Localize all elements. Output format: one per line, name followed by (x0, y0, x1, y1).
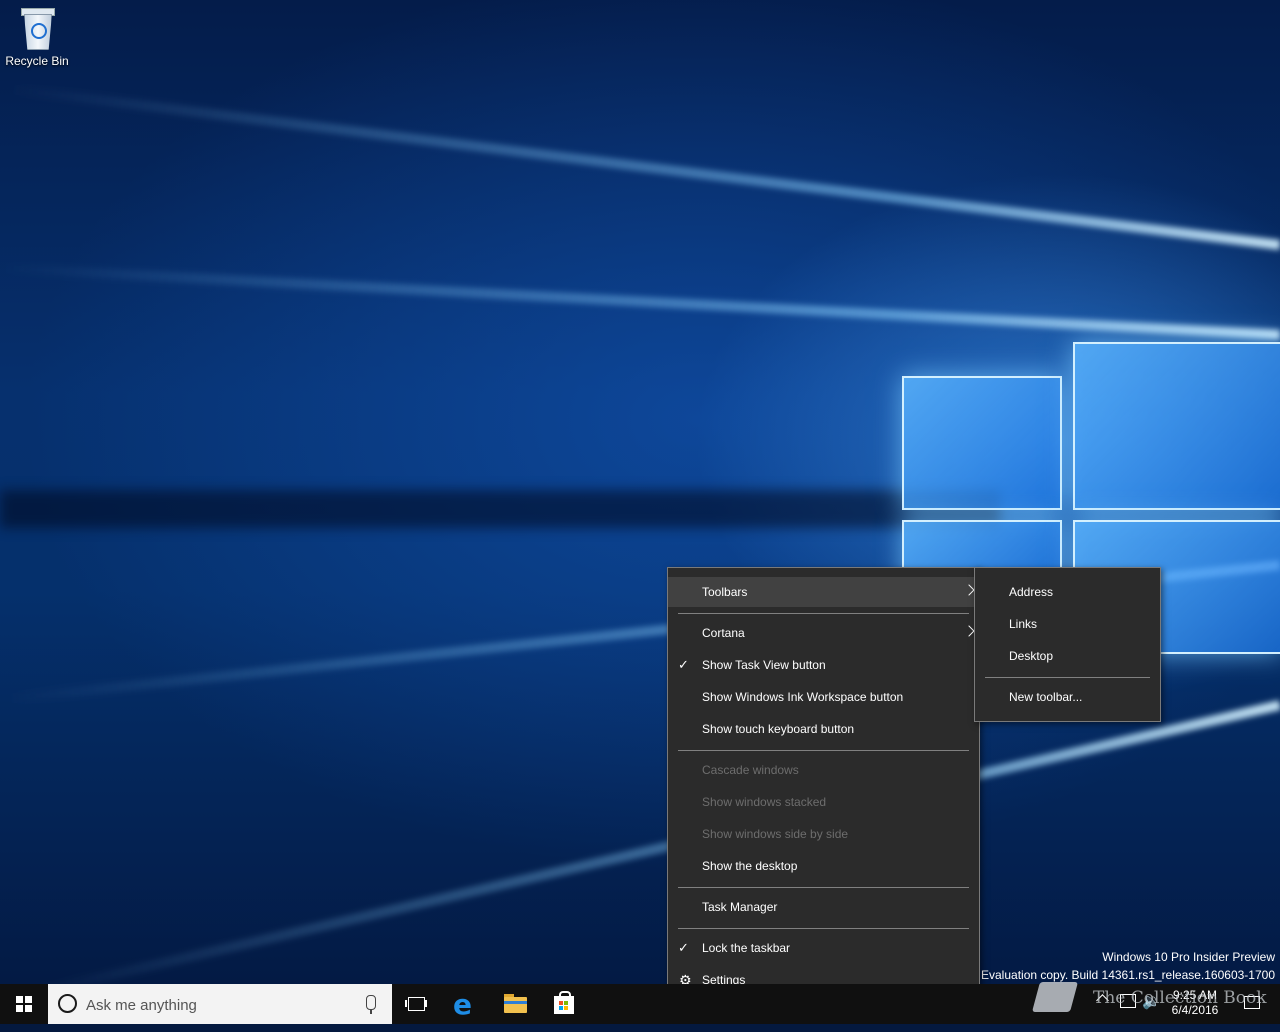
store-icon (554, 996, 574, 1014)
menu-item-toolbars[interactable]: Toolbars (668, 577, 979, 607)
menu-item-label: Cascade windows (702, 763, 799, 777)
menu-separator (678, 887, 969, 888)
menu-item-show-ink-workspace[interactable]: Show Windows Ink Workspace button (668, 682, 979, 712)
menu-item-label: Show touch keyboard button (702, 722, 855, 736)
menu-item-label: New toolbar... (1009, 690, 1083, 704)
menu-item-lock-taskbar[interactable]: ✓ Lock the taskbar (668, 933, 979, 963)
menu-item-label: Cortana (702, 626, 745, 640)
menu-item-show-desktop[interactable]: Show the desktop (668, 851, 979, 881)
menu-item-show-task-view[interactable]: ✓ Show Task View button (668, 650, 979, 680)
wallpaper-light-beam (31, 700, 1280, 984)
menu-item-label: Task Manager (702, 900, 778, 914)
menu-item-windows-stacked: Show windows stacked (668, 787, 979, 817)
menu-item-label: Desktop (1009, 649, 1054, 663)
menu-item-label: Show windows stacked (702, 795, 827, 809)
wallpaper-window-pane (902, 376, 1062, 510)
microphone-icon[interactable] (366, 995, 376, 1010)
book-logo-icon (1030, 976, 1082, 1020)
checkmark-icon: ✓ (678, 940, 689, 955)
menu-separator (678, 613, 969, 614)
windows-logo-icon (16, 996, 32, 1012)
recycle-bin-label: Recycle Bin (5, 54, 69, 68)
menu-item-show-touch-keyboard[interactable]: Show touch keyboard button (668, 714, 979, 744)
file-explorer-icon (504, 997, 527, 1013)
chevron-right-icon (963, 584, 975, 596)
wallpaper-window-pane (1073, 342, 1280, 510)
edge-button[interactable]: e (443, 984, 491, 1024)
build-watermark-line1: Windows 10 Pro Insider Preview (1102, 950, 1275, 964)
submenu-item-links[interactable]: Links (975, 609, 1160, 639)
wallpaper-light-beam (8, 84, 1280, 250)
wallpaper-light-beam (1, 263, 1280, 340)
cortana-search-box[interactable] (48, 984, 392, 1024)
checkmark-icon: ✓ (678, 657, 689, 672)
file-explorer-button[interactable] (492, 984, 540, 1024)
taskbar[interactable]: e 🔉 9:25 AM 6/4/2016 (0, 984, 1280, 1024)
cortana-icon (58, 994, 77, 1013)
menu-separator (678, 750, 969, 751)
edge-icon: e (453, 988, 472, 1021)
menu-item-cortana[interactable]: Cortana (668, 618, 979, 648)
menu-item-cascade-windows: Cascade windows (668, 755, 979, 785)
toolbars-submenu: Address Links Desktop New toolbar... (974, 567, 1161, 722)
menu-item-label: Show Task View button (702, 658, 826, 672)
menu-item-label: Show Windows Ink Workspace button (702, 690, 904, 704)
menu-item-windows-side-by-side: Show windows side by side (668, 819, 979, 849)
menu-item-label: Show the desktop (702, 859, 798, 873)
store-button[interactable] (540, 984, 588, 1024)
menu-separator (678, 928, 969, 929)
recycle-bin-icon (19, 6, 55, 50)
recycle-bin-shortcut[interactable]: Recycle Bin (4, 6, 70, 68)
wallpaper-dark-band (0, 490, 1000, 528)
chevron-right-icon (963, 625, 975, 637)
menu-separator (985, 677, 1150, 678)
desktop-wallpaper[interactable] (0, 0, 1280, 984)
submenu-item-address[interactable]: Address (975, 577, 1160, 607)
submenu-item-desktop[interactable]: Desktop (975, 641, 1160, 671)
submenu-item-new-toolbar[interactable]: New toolbar... (975, 682, 1160, 712)
menu-item-label: Address (1009, 585, 1054, 599)
menu-item-label: Toolbars (702, 585, 748, 599)
menu-item-label: Lock the taskbar (702, 941, 791, 955)
task-view-button[interactable] (392, 984, 440, 1024)
search-input[interactable] (84, 993, 358, 1017)
menu-item-label: Show windows side by side (702, 827, 849, 841)
taskbar-context-menu: Toolbars Cortana ✓ Show Task View button… (667, 567, 980, 1005)
task-view-icon (408, 997, 425, 1011)
watermark-logo-text: The Collection Book (1093, 988, 1267, 1008)
menu-item-label: Links (1009, 617, 1038, 631)
start-button[interactable] (0, 984, 48, 1024)
microphone-stem (370, 1010, 372, 1014)
menu-item-task-manager[interactable]: Task Manager (668, 892, 979, 922)
build-watermark-line2: Evaluation copy. Build 14361.rs1_release… (981, 968, 1275, 982)
